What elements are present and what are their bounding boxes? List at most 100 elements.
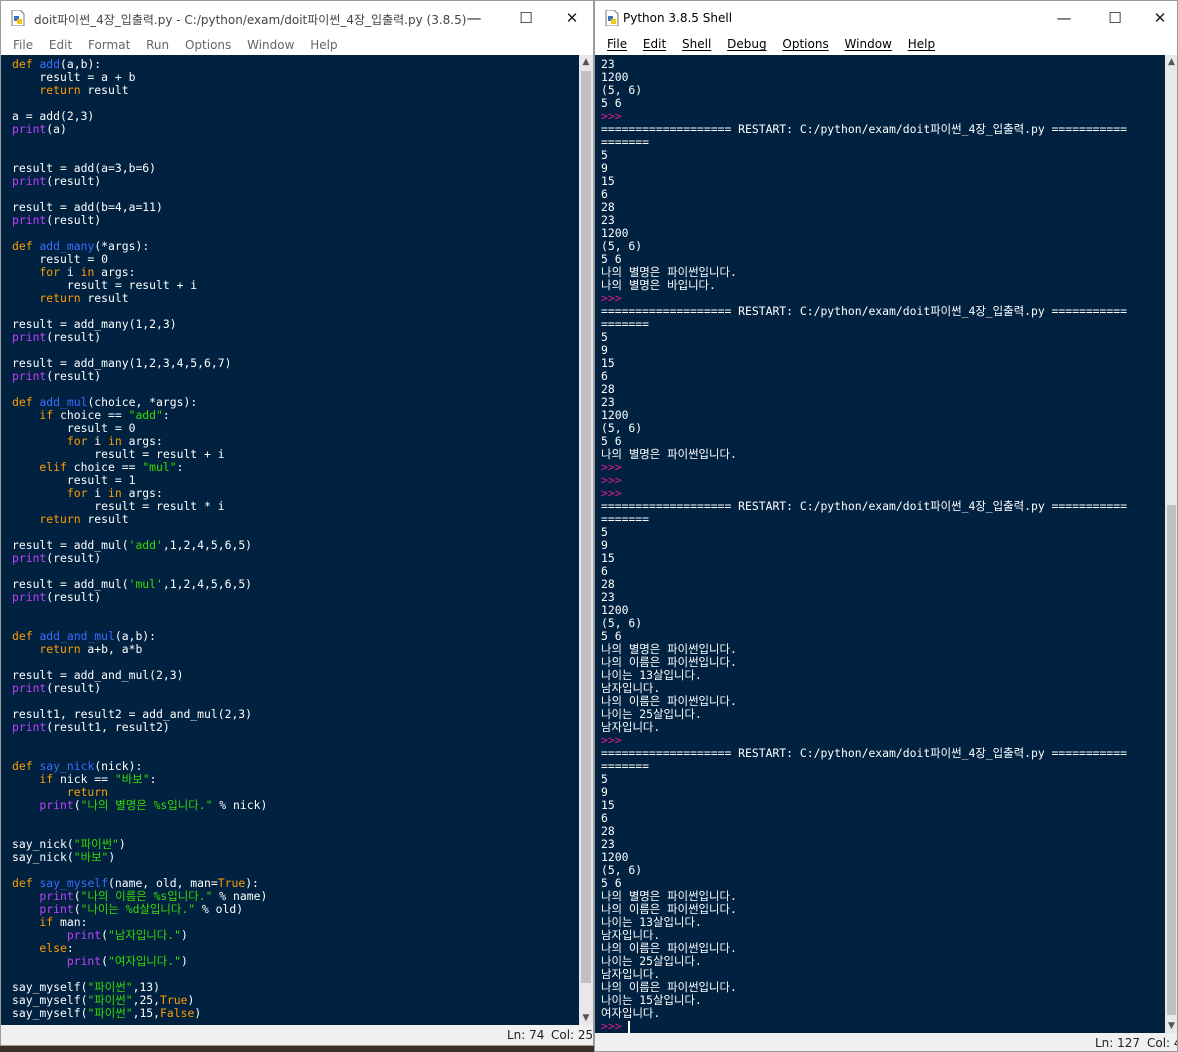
code-token: return — [12, 642, 81, 656]
code-token: (result) — [46, 213, 102, 227]
code-token: True — [160, 993, 188, 1007]
code-token: result1, result2 = add_and_mul(2,3) — [12, 707, 253, 721]
close-icon[interactable]: ✕ — [1145, 6, 1175, 30]
code-token: (nick): — [94, 759, 143, 773]
code-token: add_many — [39, 239, 95, 253]
code-token: print — [12, 330, 47, 344]
code-token: ,13) — [132, 980, 161, 994]
editor-window: doit파이썬_4장_입출력.py - C:/python/exam/doit파… — [0, 0, 594, 1046]
shell-line: >>> — [601, 1020, 1165, 1033]
maximize-icon[interactable]: ☐ — [1100, 6, 1130, 30]
menu-edit[interactable]: Edit — [37, 35, 72, 52]
menu-file[interactable]: File — [1, 35, 33, 52]
menu-options[interactable]: Options — [770, 35, 828, 51]
scroll-down-icon[interactable]: ▼ — [1165, 1021, 1177, 1031]
code-token: 9 — [601, 785, 608, 799]
code-token: print — [12, 122, 47, 136]
menu-edit[interactable]: Edit — [631, 35, 666, 51]
code-line: a = add(2,3) — [12, 110, 579, 123]
code-token: print — [12, 720, 47, 734]
code-token: (result) — [46, 369, 102, 383]
code-token: print — [12, 889, 74, 903]
code-editor[interactable]: def add(a,b): result = a + b return resu… — [1, 55, 579, 1025]
code-token: ======= — [601, 759, 650, 773]
code-token: result — [80, 512, 129, 526]
editor-scroll-thumb[interactable] — [581, 71, 591, 983]
menu-shell[interactable]: Shell — [670, 35, 711, 51]
code-token: "파이썬" — [87, 980, 133, 994]
code-token: args: — [94, 265, 136, 279]
code-token: "파이썬" — [87, 1006, 133, 1020]
menu-help[interactable]: Help — [298, 35, 337, 52]
code-token: 5 — [601, 525, 608, 539]
code-token: (5, 6) — [601, 863, 643, 877]
shell-menubar: File Edit Shell Debug Options Window Hel… — [595, 35, 1177, 55]
menu-options[interactable]: Options — [173, 35, 231, 52]
code-token: in — [108, 486, 122, 500]
code-token: i — [60, 265, 81, 279]
code-token: ) — [194, 1006, 202, 1020]
menu-run[interactable]: Run — [134, 35, 169, 52]
code-token: def — [12, 629, 40, 643]
code-token: result = result + i — [12, 447, 225, 461]
code-line: return result — [12, 292, 579, 305]
menu-window[interactable]: Window — [235, 35, 294, 52]
code-token: choice == — [53, 408, 129, 422]
editor-titlebar[interactable]: doit파이썬_4장_입출력.py - C:/python/exam/doit파… — [1, 1, 593, 35]
shell-line: >>> — [601, 474, 1165, 487]
code-token: 나의 이름은 파이썬입니다. — [601, 941, 737, 955]
code-token: 1200 — [601, 408, 629, 422]
code-token: 9 — [601, 343, 608, 357]
menu-file[interactable]: File — [595, 35, 627, 51]
code-token: result = add(a=3,b=6) — [12, 161, 157, 175]
shell-window: Python 3.8.5 Shell — ☐ ✕ File Edit Shell… — [594, 0, 1178, 1052]
editor-scrollbar[interactable]: ▲ ▼ — [579, 55, 593, 1025]
minimize-icon[interactable]: — — [459, 6, 489, 30]
close-icon[interactable]: ✕ — [557, 6, 587, 30]
menu-format[interactable]: Format — [76, 35, 130, 52]
shell-output[interactable]: 23 1200 (5, 6) 5 6 >>> =================== RE… — [595, 55, 1165, 1033]
code-token: (*args): — [94, 239, 150, 253]
code-line: return result — [12, 84, 579, 97]
menu-window[interactable]: Window — [833, 35, 892, 51]
code-token: print — [12, 174, 47, 188]
code-token: say_myself( — [12, 980, 88, 994]
scroll-down-icon[interactable]: ▼ — [579, 1013, 593, 1023]
code-token: add_and_mul — [39, 629, 115, 643]
shell-line: 6 — [601, 188, 1165, 201]
scroll-up-icon[interactable]: ▲ — [1165, 57, 1177, 67]
code-token: (choice, *args): — [87, 395, 198, 409]
scroll-up-icon[interactable]: ▲ — [579, 57, 593, 67]
code-token: "나의 별명은 %s입니다." — [80, 798, 213, 812]
shell-line: >>> — [601, 461, 1165, 474]
code-token: in — [80, 265, 95, 279]
code-token: ) — [118, 837, 126, 851]
shell-scrollbar[interactable]: ▲ ▼ — [1165, 55, 1177, 1033]
shell-title: Python 3.8.5 Shell — [623, 11, 733, 25]
menu-debug[interactable]: Debug — [715, 35, 766, 51]
shell-line: =================== RESTART: C:/python/e… — [601, 500, 1165, 513]
shell-line: 5 — [601, 526, 1165, 539]
shell-line: 5 — [601, 773, 1165, 786]
menu-help[interactable]: Help — [896, 35, 935, 51]
code-token: man: — [53, 915, 88, 929]
python-file-icon — [11, 10, 25, 26]
code-token: ======= — [601, 135, 650, 149]
minimize-icon[interactable]: — — [1049, 6, 1079, 30]
shell-line: 1200 — [601, 604, 1165, 617]
code-token: 나의 이름은 파이썬입니다. — [601, 694, 737, 708]
code-token: : — [162, 408, 170, 422]
code-line: return result — [12, 513, 579, 526]
code-token: ) — [181, 928, 188, 942]
code-token: ) — [187, 993, 195, 1007]
shell-titlebar[interactable]: Python 3.8.5 Shell — ☐ ✕ — [595, 1, 1177, 35]
shell-scroll-thumb[interactable] — [1167, 505, 1176, 1015]
code-token: 5 6 — [601, 252, 622, 266]
code-line: print(result) — [12, 214, 579, 227]
maximize-icon[interactable]: ☐ — [511, 6, 541, 30]
python-file-icon — [605, 10, 619, 26]
shell-line: 1200 — [601, 71, 1165, 84]
shell-line: 6 — [601, 370, 1165, 383]
shell-line: 9 — [601, 539, 1165, 552]
